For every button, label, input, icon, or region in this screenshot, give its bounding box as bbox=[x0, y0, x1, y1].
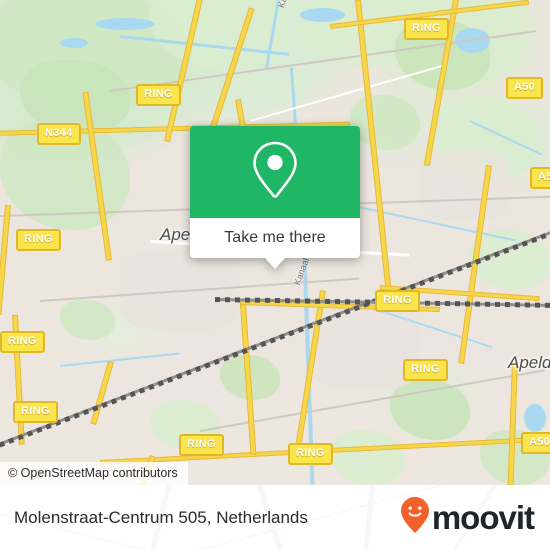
location-popup-card[interactable]: Take me there bbox=[190, 126, 360, 269]
road-shield: RING bbox=[179, 434, 224, 456]
popup-header bbox=[190, 126, 360, 218]
map-pin-icon bbox=[250, 139, 300, 206]
road-shield: A50 bbox=[506, 77, 544, 99]
moovit-wordmark: moovit bbox=[431, 498, 535, 536]
map-water-lake bbox=[300, 8, 345, 22]
road-shield: N344 bbox=[37, 123, 81, 145]
map-water-lake bbox=[95, 18, 155, 30]
road-shield: RING bbox=[0, 331, 45, 353]
map-builtup-area bbox=[420, 150, 510, 220]
popup-footer[interactable]: Take me there bbox=[190, 218, 360, 258]
road-shield: RING bbox=[288, 443, 333, 465]
place-label-apeldoorn-edge: Apeldo bbox=[508, 353, 550, 372]
road-shield: RING bbox=[404, 18, 449, 40]
map-water-lake bbox=[524, 404, 546, 432]
road-shield: RING bbox=[403, 359, 448, 381]
moovit-smiley-pin-icon bbox=[400, 496, 430, 539]
road-shield: RING bbox=[13, 401, 58, 423]
road-shield: RING bbox=[375, 290, 420, 312]
road-shield: RING bbox=[136, 84, 181, 106]
map-water-lake bbox=[60, 38, 88, 48]
popup-pointer-tail bbox=[264, 257, 286, 269]
road-shield: A50 bbox=[521, 432, 550, 454]
road-shield: RING bbox=[16, 229, 61, 251]
footer-bar: Molenstraat-Centrum 505, Netherlands moo… bbox=[0, 485, 550, 550]
address-label: Molenstraat-Centrum 505, Netherlands bbox=[14, 507, 308, 527]
osm-attribution[interactable]: © OpenStreetMap contributors bbox=[0, 462, 188, 485]
take-me-there-label: Take me there bbox=[224, 229, 326, 246]
road-shield: A50 bbox=[530, 167, 550, 189]
moovit-map-screenshot: Kanaal Noord Kanaal Zuid Apeldoorn Apeld… bbox=[0, 0, 550, 550]
moovit-logo[interactable]: moovit bbox=[400, 496, 535, 539]
